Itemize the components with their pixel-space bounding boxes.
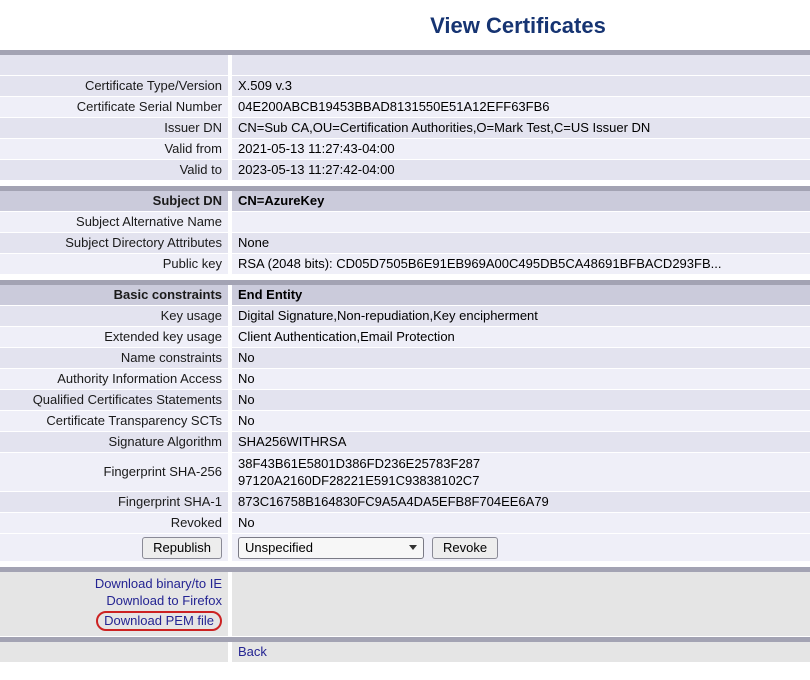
revocation-reason-select[interactable]: Unspecified — [238, 537, 424, 559]
field-label: Public key — [0, 254, 232, 275]
actions-right-cell: Unspecified Revoke — [232, 534, 810, 562]
field-label: Valid from — [0, 139, 232, 160]
download-binary-ie-link[interactable]: Download binary/to IE — [95, 576, 222, 591]
actions-row: Republish Unspecified Revoke — [0, 534, 810, 562]
field-label: Certificate Type/Version — [0, 76, 232, 97]
revoke-button[interactable]: Revoke — [432, 537, 498, 559]
field-value: 04E200ABCB19453BBAD8131550E51A12EFF63FB6 — [232, 97, 810, 118]
table-row: Certificate Serial Number 04E200ABCB1945… — [0, 97, 810, 118]
section-value: CN=AzureKey — [232, 191, 810, 212]
footer-row: Back — [0, 642, 810, 663]
table-row: Name constraints No — [0, 348, 810, 369]
field-label: Certificate Serial Number — [0, 97, 232, 118]
view-certificates-page: View Certificates Certificate Type/Versi… — [0, 0, 810, 663]
table-row: Signature Algorithm SHA256WITHRSA — [0, 432, 810, 453]
footer-empty-cell — [0, 642, 232, 663]
table-row: Public key RSA (2048 bits): CD05D7505B6E… — [0, 254, 810, 275]
field-value — [232, 55, 810, 76]
section-value: End Entity — [232, 285, 810, 306]
field-label: Fingerprint SHA-1 — [0, 492, 232, 513]
field-value: 2023-05-13 11:27:42-04:00 — [232, 160, 810, 181]
republish-button[interactable]: Republish — [142, 537, 222, 559]
table-row: Fingerprint SHA-256 38F43B61E5801D386FD2… — [0, 453, 810, 492]
table-row: Extended key usage Client Authentication… — [0, 327, 810, 348]
field-value: No — [232, 390, 810, 411]
field-value: None — [232, 233, 810, 254]
field-label — [0, 55, 232, 76]
field-label: Key usage — [0, 306, 232, 327]
table-row: Valid from 2021-05-13 11:27:43-04:00 — [0, 139, 810, 160]
section-label: Subject DN — [0, 191, 232, 212]
field-value: No — [232, 348, 810, 369]
revocation-reason-value: Unspecified — [245, 540, 313, 556]
section-header-row: Basic constraints End Entity — [0, 285, 810, 306]
field-label: Subject Alternative Name — [0, 212, 232, 233]
footer-back-cell: Back — [232, 642, 810, 663]
certificate-table: Certificate Type/Version X.509 v.3 Certi… — [0, 50, 810, 663]
field-label: Signature Algorithm — [0, 432, 232, 453]
download-firefox-link[interactable]: Download to Firefox — [106, 593, 222, 608]
field-value: 38F43B61E5801D386FD236E25783F287 97120A2… — [232, 453, 810, 492]
chevron-down-icon — [409, 545, 417, 550]
field-value: No — [232, 411, 810, 432]
table-row: Certificate Type/Version X.509 v.3 — [0, 76, 810, 97]
field-value: RSA (2048 bits): CD05D7505B6E91EB969A00C… — [232, 254, 810, 275]
field-value — [232, 212, 810, 233]
table-row: Revoked No — [0, 513, 810, 534]
field-label: Issuer DN — [0, 118, 232, 139]
table-row — [0, 55, 810, 76]
field-label: Extended key usage — [0, 327, 232, 348]
page-title: View Certificates — [0, 0, 810, 50]
field-label: Valid to — [0, 160, 232, 181]
table-row: Subject Alternative Name — [0, 212, 810, 233]
field-label: Fingerprint SHA-256 — [0, 453, 232, 492]
field-label: Certificate Transparency SCTs — [0, 411, 232, 432]
table-row: Subject Directory Attributes None — [0, 233, 810, 254]
field-value: Digital Signature,Non-repudiation,Key en… — [232, 306, 810, 327]
field-value: SHA256WITHRSA — [232, 432, 810, 453]
field-value: Client Authentication,Email Protection — [232, 327, 810, 348]
download-section-row: Download binary/to IE Download to Firefo… — [0, 572, 810, 637]
field-label: Authority Information Access — [0, 369, 232, 390]
table-row: Fingerprint SHA-1 873C16758B164830FC9A5A… — [0, 492, 810, 513]
table-row: Certificate Transparency SCTs No — [0, 411, 810, 432]
download-links-cell: Download binary/to IE Download to Firefo… — [0, 572, 232, 637]
download-empty-cell — [232, 572, 810, 637]
section-label: Basic constraints — [0, 285, 232, 306]
table-row: Authority Information Access No — [0, 369, 810, 390]
field-label: Qualified Certificates Statements — [0, 390, 232, 411]
highlight-annotation: Download PEM file — [96, 611, 222, 631]
field-value: 873C16758B164830FC9A5A4DA5EFB8F704EE6A79 — [232, 492, 810, 513]
field-value: X.509 v.3 — [232, 76, 810, 97]
field-value: 2021-05-13 11:27:43-04:00 — [232, 139, 810, 160]
field-value: No — [232, 513, 810, 534]
actions-left-cell: Republish — [0, 534, 232, 562]
table-row: Valid to 2023-05-13 11:27:42-04:00 — [0, 160, 810, 181]
section-header-row: Subject DN CN=AzureKey — [0, 191, 810, 212]
download-pem-link[interactable]: Download PEM file — [104, 613, 214, 628]
table-row: Key usage Digital Signature,Non-repudiat… — [0, 306, 810, 327]
field-label: Name constraints — [0, 348, 232, 369]
back-link[interactable]: Back — [238, 644, 267, 659]
table-row: Issuer DN CN=Sub CA,OU=Certification Aut… — [0, 118, 810, 139]
field-label: Revoked — [0, 513, 232, 534]
field-value: CN=Sub CA,OU=Certification Authorities,O… — [232, 118, 810, 139]
field-label: Subject Directory Attributes — [0, 233, 232, 254]
field-value: No — [232, 369, 810, 390]
table-row: Qualified Certificates Statements No — [0, 390, 810, 411]
